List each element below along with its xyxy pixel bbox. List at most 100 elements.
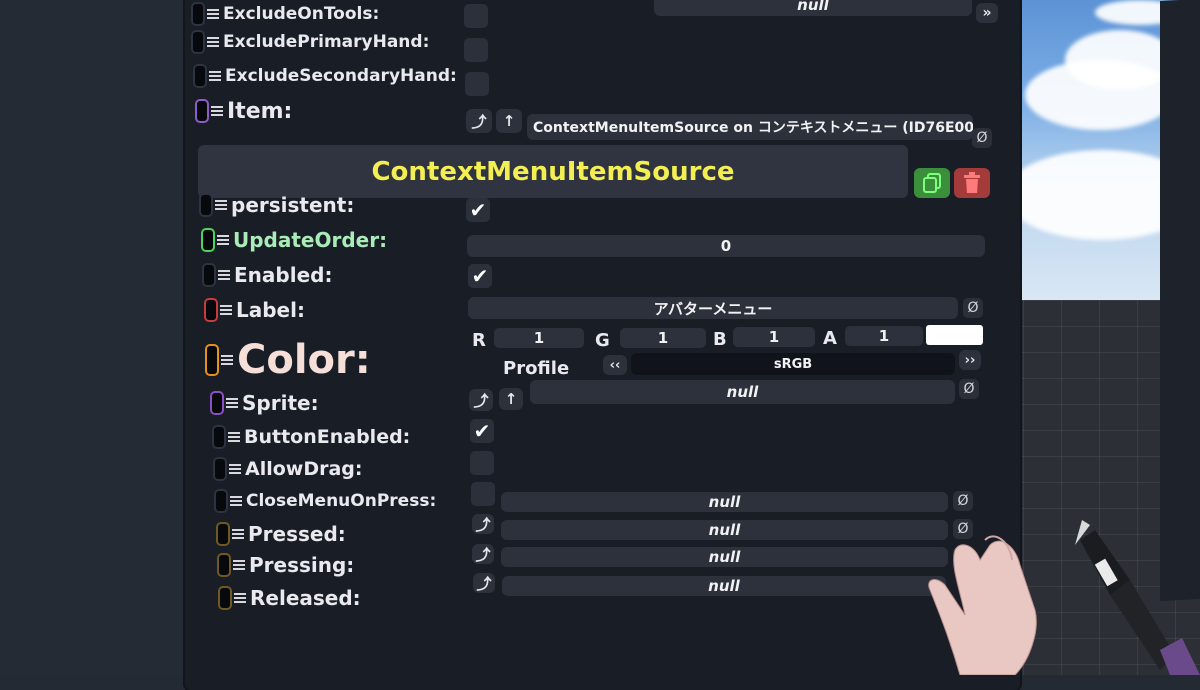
vr-hand-illustration [928,520,1200,675]
reference-handle[interactable] [220,588,230,608]
sprite-label: Sprite: [242,391,319,415]
enabled-row: Enabled: [204,261,332,289]
top-null-field[interactable]: null [654,0,972,16]
enabled-checkbox[interactable]: ✔ [468,264,492,288]
persistent-checkbox[interactable]: ✔ [466,198,490,222]
label-label: Label: [236,298,305,322]
color-r-label: R [472,330,486,351]
drag-handle-icon[interactable] [217,235,229,245]
exclude-secondary-checkbox[interactable] [465,72,489,96]
exclude-secondary-row: ExcludeSecondaryHand: [195,62,457,90]
reference-handle[interactable] [215,459,225,479]
reference-handle[interactable] [219,555,229,575]
reference-handle[interactable] [197,101,207,121]
reference-handle[interactable] [203,230,213,250]
reference-handle[interactable] [193,4,203,24]
pressed-jump-button[interactable]: ⤴ [472,514,494,534]
drag-handle-icon[interactable] [228,432,240,442]
enabled-label: Enabled: [234,263,333,287]
duplicate-component-button[interactable] [914,168,950,198]
allow-drag-label: AllowDrag: [245,458,363,480]
profile-field[interactable]: sRGB [631,353,955,375]
color-b-field[interactable]: 1 [733,327,815,347]
pressed-row: Pressed: [218,520,346,548]
close-menu-field[interactable]: null [501,492,948,512]
released-field[interactable]: null [502,576,946,596]
sprite-row: Sprite: [212,389,319,417]
profile-prev-button[interactable]: ‹‹ [603,355,627,375]
item-row: Item: [197,97,292,125]
background-left [0,0,215,675]
exclude-primary-row: ExcludePrimaryHand: [193,28,429,56]
color-b-label: B [713,329,727,350]
released-label: Released: [250,586,361,610]
drag-handle-icon[interactable] [220,305,232,315]
item-jump-button[interactable]: ⤴ [466,109,492,133]
pressed-field[interactable]: null [501,520,948,540]
sprite-jump-button[interactable]: ⤴ [469,389,493,411]
reference-handle[interactable] [218,524,228,544]
duplicate-icon [923,173,941,193]
drag-handle-icon[interactable] [221,355,233,365]
button-enabled-label: ButtonEnabled: [244,426,411,448]
drag-handle-icon[interactable] [226,398,238,408]
color-a-label: A [823,328,837,349]
drag-handle-icon[interactable] [207,37,219,47]
reference-handle[interactable] [204,265,214,285]
exclude-on-tools-label: ExcludeOnTools: [223,4,380,24]
close-menu-null-button[interactable]: Ø [953,491,973,511]
drag-handle-icon[interactable] [211,106,223,116]
allow-drag-checkbox[interactable] [470,451,494,475]
color-r-field[interactable]: 1 [494,328,584,348]
reference-handle[interactable] [193,32,203,52]
pressing-label: Pressing: [249,553,355,577]
button-enabled-row: ButtonEnabled: [214,423,410,451]
reference-handle[interactable] [206,300,216,320]
exclude-on-tools-row: ExcludeOnTools: [193,0,379,28]
reference-handle[interactable] [201,195,211,215]
item-label: Item: [227,98,293,124]
drag-handle-icon[interactable] [209,71,221,81]
drag-handle-icon[interactable] [232,529,244,539]
label-row: Label: [206,296,305,324]
sprite-up-button[interactable]: ↑ [499,388,523,410]
top-more-button[interactable]: » [976,3,998,23]
exclude-primary-checkbox[interactable] [464,38,488,62]
pressing-row: Pressing: [219,551,354,579]
released-jump-button[interactable]: ⤴ [473,573,495,593]
drag-handle-icon[interactable] [207,9,219,19]
pressing-field[interactable]: null [501,547,948,567]
color-g-label: G [595,330,610,351]
pressing-jump-button[interactable]: ⤴ [472,544,494,564]
drag-handle-icon[interactable] [229,464,241,474]
drag-handle-icon[interactable] [233,560,245,570]
reference-handle[interactable] [207,346,217,374]
sprite-null-button[interactable]: Ø [959,379,979,399]
reference-handle[interactable] [212,393,222,413]
update-order-field[interactable]: 0 [467,235,985,257]
color-a-field[interactable]: 1 [845,326,923,346]
reference-handle[interactable] [195,66,205,86]
drag-handle-icon[interactable] [215,200,227,210]
button-enabled-checkbox[interactable]: ✔ [470,419,494,443]
persistent-row: persistent: [201,191,354,219]
drag-handle-icon[interactable] [234,593,246,603]
profile-next-button[interactable]: ›› [959,350,981,370]
color-preview-swatch[interactable] [926,325,983,345]
close-menu-label: CloseMenuOnPress: [246,491,437,511]
reference-handle[interactable] [216,491,226,511]
drag-handle-icon[interactable] [230,496,242,506]
sprite-field[interactable]: null [530,380,955,404]
item-up-button[interactable]: ↑ [496,109,522,133]
drag-handle-icon[interactable] [218,270,230,280]
close-menu-checkbox[interactable] [471,482,495,506]
item-null-button[interactable]: Ø [972,128,992,148]
item-reference-field[interactable]: ContextMenuItemSource on コンテキストメニュー (ID7… [527,114,973,140]
delete-component-button[interactable] [954,168,990,198]
exclude-on-tools-checkbox[interactable] [464,4,488,28]
reference-handle[interactable] [214,427,224,447]
close-menu-row: CloseMenuOnPress: [216,487,436,515]
color-g-field[interactable]: 1 [620,328,706,348]
label-null-button[interactable]: Ø [963,298,983,318]
label-text-field[interactable]: アバターメニュー [468,297,958,319]
